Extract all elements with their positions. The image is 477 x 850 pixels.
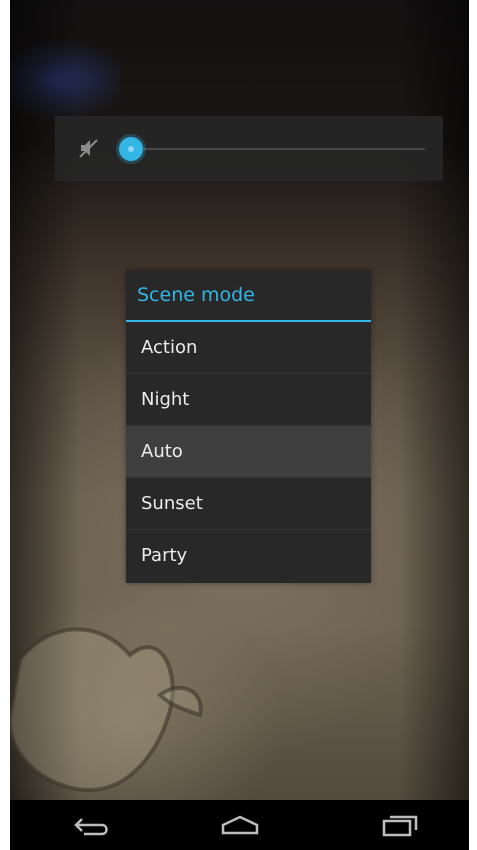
phone-frame: Scene mode Action Night Auto Sunset Part… bbox=[0, 0, 477, 850]
volume-mute-icon[interactable] bbox=[77, 136, 101, 160]
camera-screen: Scene mode Action Night Auto Sunset Part… bbox=[10, 0, 469, 850]
navigation-bar bbox=[10, 800, 469, 850]
recent-apps-icon[interactable] bbox=[380, 813, 420, 837]
home-icon[interactable] bbox=[220, 813, 260, 837]
apple-logo-in-scene bbox=[10, 627, 203, 793]
dialog-title: Scene mode bbox=[126, 270, 371, 322]
slider-track[interactable] bbox=[129, 148, 425, 150]
slider-thumb[interactable] bbox=[119, 137, 143, 161]
scene-option-auto[interactable]: Auto bbox=[126, 426, 371, 478]
volume-slider-panel bbox=[55, 116, 443, 181]
back-icon[interactable] bbox=[72, 813, 112, 837]
scene-option-sunset[interactable]: Sunset bbox=[126, 478, 371, 530]
scene-option-action[interactable]: Action bbox=[126, 322, 371, 374]
scene-mode-dialog: Scene mode Action Night Auto Sunset Part… bbox=[126, 270, 371, 583]
scene-option-night[interactable]: Night bbox=[126, 374, 371, 426]
scene-option-party[interactable]: Party bbox=[126, 530, 371, 582]
